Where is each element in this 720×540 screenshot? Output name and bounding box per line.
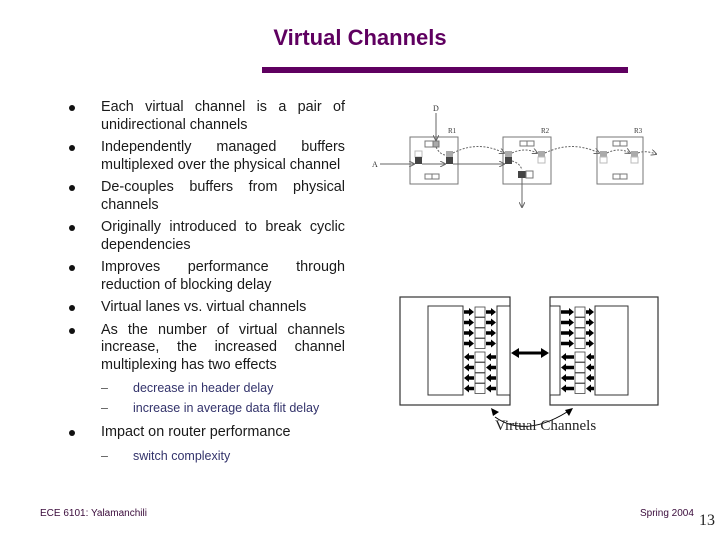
vc-buffer-slot xyxy=(574,372,586,384)
r3-buffers xyxy=(599,140,639,180)
source-label-d: D xyxy=(433,104,439,113)
vc-buffer-slot xyxy=(474,338,486,349)
sub-bullet-item: – switch complexity xyxy=(101,446,345,466)
dash-marker-icon: – xyxy=(101,381,108,395)
r1-buffers xyxy=(414,140,453,180)
right-node-port xyxy=(549,305,561,396)
bullet-item: Originally introduced to break cyclic de… xyxy=(60,219,345,254)
vc-buffer-slot xyxy=(474,351,486,363)
link-arrowhead-left-icon xyxy=(511,348,519,358)
vc-buffer-slot xyxy=(574,362,586,373)
bullet-dot-icon xyxy=(69,185,75,191)
dash-marker-icon: – xyxy=(101,448,108,463)
sub-bullet-text: decrease in header delay xyxy=(133,381,274,395)
page-number: 13 xyxy=(699,512,715,529)
bullet-item: Each virtual channel is a pair of unidir… xyxy=(60,99,345,134)
bullet-text: Improves performance through reduction o… xyxy=(101,259,345,293)
dash-marker-icon: – xyxy=(101,401,108,415)
sub-bullet-item: – increase in average data flit delay xyxy=(101,398,345,418)
bullet-text: Each virtual channel is a pair of unidir… xyxy=(101,99,345,133)
bullet-dot-icon xyxy=(69,265,75,271)
bullet-item: Improves performance through reduction o… xyxy=(60,259,345,294)
bullet-dot-icon xyxy=(69,327,75,334)
vc-buffer-slot xyxy=(574,317,586,328)
right-node-core xyxy=(594,305,629,396)
bullet-text: De-couples buffers from physical channel… xyxy=(101,179,345,213)
vc-buffer-slot xyxy=(474,327,486,339)
virtual-channels-diagram: Virtual Channels xyxy=(399,296,659,434)
vc-buffer-slot xyxy=(474,383,486,394)
source-label-a: A xyxy=(372,160,378,169)
sub-bullet-list: – decrease in header delay – increase in a… xyxy=(101,378,345,418)
bullet-item: As the number of virtual channels increa… xyxy=(60,322,345,419)
vc-buffer-slot xyxy=(574,338,586,349)
caption-arrowhead-left-icon xyxy=(491,408,499,416)
bullet-text: Independently managed buffers multiplexe… xyxy=(101,139,345,173)
bullet-text: Originally introduced to break cyclic de… xyxy=(101,219,345,253)
footer-term: Spring 2004 xyxy=(640,508,694,519)
sub-bullet-text: increase in average data flit delay xyxy=(133,401,320,415)
r2-buffers xyxy=(505,140,546,179)
vc-buffer-slot xyxy=(574,383,586,394)
footer-course: ECE 6101: Yalamanchili xyxy=(40,508,147,519)
sub-bullet-text: switch complexity xyxy=(133,448,231,463)
bullet-item: Independently managed buffers multiplexe… xyxy=(60,139,345,174)
vc-buffer-slot xyxy=(474,362,486,373)
vc-buffer-slot xyxy=(574,327,586,339)
title-underline-bar xyxy=(262,67,628,73)
router-label-r3: R3 xyxy=(634,127,643,135)
slide-title: Virtual Channels xyxy=(273,25,447,50)
bullet-item: Virtual lanes vs. virtual channels xyxy=(60,299,345,317)
bullet-text: As the number of virtual channels increa… xyxy=(101,321,345,373)
link-arrowhead-right-icon xyxy=(541,348,549,358)
left-node-port xyxy=(496,305,511,396)
bullet-text: Impact on router performance xyxy=(101,424,291,440)
vc-buffer-slot xyxy=(574,351,586,363)
left-node-core xyxy=(427,305,464,396)
bullet-dot-icon xyxy=(69,105,75,111)
bullet-list: Each virtual channel is a pair of unidir… xyxy=(60,99,345,472)
router-label-r1: R1 xyxy=(448,127,457,135)
vc-buffer-slot xyxy=(474,317,486,328)
bullet-dot-icon xyxy=(69,225,75,231)
bullet-item: De-couples buffers from physical channel… xyxy=(60,179,345,214)
router-chain-diagram: D A R1 R2 R3 xyxy=(372,104,680,225)
vc-buffer-slot xyxy=(474,372,486,384)
figure-caption: Virtual Channels xyxy=(495,418,596,434)
bullet-dot-icon xyxy=(69,145,75,151)
bullet-dot-icon xyxy=(69,305,75,311)
vc-buffer-slot xyxy=(474,306,486,318)
bullet-text: Virtual lanes vs. virtual channels xyxy=(101,299,307,315)
vc-buffer-slot xyxy=(574,306,586,318)
router-label-r2: R2 xyxy=(541,127,550,135)
bullet-item: Impact on router performance – switch com… xyxy=(60,424,345,466)
bullet-dot-icon xyxy=(69,430,75,436)
sub-bullet-item: – decrease in header delay xyxy=(101,378,345,398)
sub-bullet-list: – switch complexity xyxy=(101,446,345,466)
